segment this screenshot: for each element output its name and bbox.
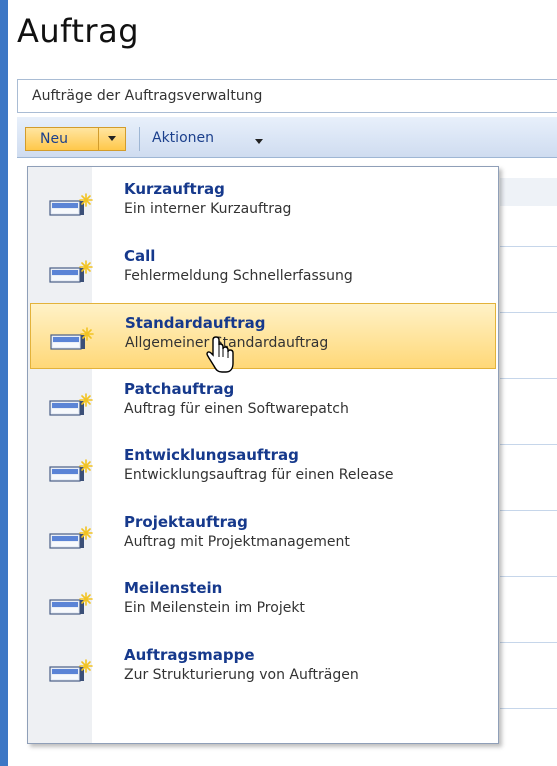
new-item-icon xyxy=(49,592,93,615)
list-row-line xyxy=(500,510,557,511)
hand-cursor-icon xyxy=(206,336,234,373)
new-item-icon xyxy=(49,459,93,482)
left-accent-strip xyxy=(0,0,8,766)
new-item-icon xyxy=(49,525,93,549)
menu-item-projektauftrag[interactable]: Projektauftrag Auftrag mit Projektmanagem… xyxy=(30,503,496,569)
menu-item-title[interactable]: Projektauftrag xyxy=(124,513,248,531)
list-row-line xyxy=(500,708,557,709)
chevron-down-icon[interactable] xyxy=(108,136,116,141)
actions-menu[interactable]: Aktionen xyxy=(152,130,214,146)
new-item-icon xyxy=(49,392,93,416)
new-button-label[interactable]: Neu xyxy=(40,131,68,147)
list-row-line xyxy=(500,378,557,379)
menu-item-patchauftrag[interactable]: Patchauftrag Auftrag für einen Softwarepa… xyxy=(30,370,496,436)
menu-item-description: Ein Meilenstein im Projekt xyxy=(124,600,305,616)
page-title: Auftrag xyxy=(17,12,139,50)
menu-item-description: Fehlermeldung Schnellerfassung xyxy=(124,267,353,284)
menu-item-title[interactable]: Patchauftrag xyxy=(124,380,234,398)
new-button-divider xyxy=(98,128,99,150)
new-dropdown-menu: Kurzauftrag Ein interner Kurzauftrag Call F… xyxy=(27,166,499,744)
menu-item-meilenstein[interactable]: Meilenstein Ein Meilenstein im Projekt xyxy=(30,569,496,635)
menu-item-title[interactable]: Call xyxy=(124,247,155,265)
list-description: Aufträge der Auftragsverwaltung xyxy=(17,79,557,113)
list-row-line xyxy=(500,642,557,643)
list-header-background xyxy=(500,178,557,206)
menu-item-auftragsmappe[interactable]: Auftragsmappe Zur Strukturierung von Auft… xyxy=(30,636,496,702)
menu-item-description: Auftrag für einen Softwarepatch xyxy=(124,400,349,417)
menu-item-call[interactable]: Call Fehlermeldung Schnellerfassung xyxy=(30,237,496,303)
new-item-icon xyxy=(49,658,93,682)
menu-item-title[interactable]: Entwicklungsauftrag xyxy=(124,446,299,464)
chevron-down-icon[interactable] xyxy=(255,139,263,144)
menu-item-description: Zur Strukturierung von Aufträgen xyxy=(124,666,359,683)
new-button[interactable]: Neu xyxy=(25,127,126,151)
menu-item-description: Entwicklungsauftrag für einen Release xyxy=(124,467,394,483)
toolbar-separator xyxy=(139,127,140,151)
new-item-icon xyxy=(49,259,93,283)
menu-item-description: Ein interner Kurzauftrag xyxy=(124,201,292,217)
menu-item-title[interactable]: Auftragsmappe xyxy=(124,646,255,664)
new-item-icon xyxy=(49,193,93,216)
list-row-line xyxy=(500,312,557,313)
menu-item-standardauftrag[interactable]: Standardauftrag Allgemeiner Standardauftr… xyxy=(30,303,496,369)
menu-item-description: Auftrag mit Projektmanagement xyxy=(124,533,350,550)
list-row-line xyxy=(500,576,557,577)
menu-item-title[interactable]: Standardauftrag xyxy=(125,314,266,332)
new-item-icon xyxy=(50,327,94,350)
menu-item-title[interactable]: Kurzauftrag xyxy=(124,180,225,198)
list-row-line xyxy=(500,246,557,247)
menu-item-kurzauftrag[interactable]: Kurzauftrag Ein interner Kurzauftrag xyxy=(30,170,496,236)
menu-item-entwicklungsauftrag[interactable]: Entwicklungsauftrag Entwicklungsauftrag f… xyxy=(30,436,496,502)
toolbar: Neu Aktionen xyxy=(17,117,557,158)
menu-item-title[interactable]: Meilenstein xyxy=(124,579,222,597)
list-row-line xyxy=(500,444,557,445)
